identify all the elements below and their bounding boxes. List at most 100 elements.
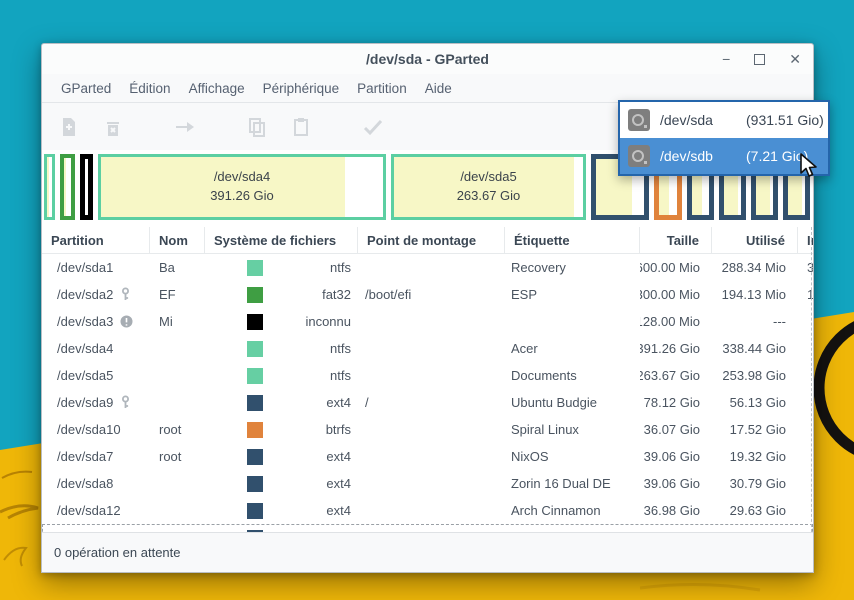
filesystem-color-swatch xyxy=(247,260,263,276)
device-option-dev-sda[interactable]: /dev/sda(931.51 Gio) xyxy=(620,102,828,138)
menu-aide[interactable]: Aide xyxy=(416,77,461,100)
filesystem-color-swatch xyxy=(247,287,263,303)
cell-size: 78.12 Gio xyxy=(640,389,712,416)
cell-size: 39.06 Gio xyxy=(640,443,712,470)
col-mountpoint[interactable]: Point de montage xyxy=(358,227,505,254)
cell-name xyxy=(150,470,205,497)
cell-name xyxy=(150,362,205,389)
partition-block[interactable] xyxy=(60,154,75,220)
table-row[interactable]: /dev/sda8ext4Zorin 16 Dual DE39.06 Gio30… xyxy=(42,470,813,497)
partition-block-label: /dev/sda4391.26 Gio xyxy=(101,157,383,217)
device-option-dev-sdb[interactable]: /dev/sdb(7.21 Gio) xyxy=(620,138,828,174)
col-nom[interactable]: Nom xyxy=(150,227,205,254)
col-unused[interactable]: Inutilisé xyxy=(798,227,813,254)
cell-name: root xyxy=(150,416,205,443)
filesystem-name: fat32 xyxy=(263,287,358,302)
cell-mountpoint xyxy=(358,362,505,389)
cell-unused xyxy=(798,524,813,532)
close-button[interactable]: ✕ xyxy=(789,52,801,66)
cell-partition: /dev/sda11 xyxy=(42,524,150,532)
filesystem-name: ext4 xyxy=(263,530,358,532)
apply-icon[interactable] xyxy=(358,112,388,142)
table-row[interactable]: /dev/sda10rootbtrfsSpiral Linux36.07 Gio… xyxy=(42,416,813,443)
filesystem-name: btrfs xyxy=(263,422,358,437)
col-used[interactable]: Utilisé xyxy=(712,227,798,254)
cell-name xyxy=(150,389,205,416)
table-row[interactable]: /dev/sda2EFfat32/boot/efiESP300.00 Mio19… xyxy=(42,281,813,308)
table-row[interactable]: /dev/sda3Miinconnu128.00 Mio--- xyxy=(42,308,813,335)
menu-edition[interactable]: Édition xyxy=(120,77,179,100)
menubar: GParted Édition Affichage Périphérique P… xyxy=(42,74,813,103)
col-label[interactable]: Étiquette xyxy=(505,227,640,254)
pending-operations-text: 0 opération en attente xyxy=(54,545,181,560)
cell-unused: 105.87 Mio xyxy=(798,281,813,308)
col-partition[interactable]: Partition xyxy=(42,227,150,254)
cell-size: 39.06 Gio xyxy=(640,524,712,532)
cell-size: 39.06 Gio xyxy=(640,470,712,497)
partition-block[interactable]: /dev/sda4391.26 Gio xyxy=(98,154,386,220)
partition-block[interactable] xyxy=(80,154,93,220)
table-row[interactable]: /dev/sda7rootext4NixOS39.06 Gio19.32 Gio xyxy=(42,443,813,470)
filesystem-color-swatch xyxy=(247,422,263,438)
new-partition-icon[interactable] xyxy=(54,112,84,142)
cell-label: Ubuntu Budgie xyxy=(505,389,640,416)
partition-path: /dev/sda5 xyxy=(57,368,113,383)
menu-gparted[interactable]: GParted xyxy=(52,77,120,100)
paste-icon[interactable] xyxy=(286,112,316,142)
partition-block[interactable] xyxy=(44,154,55,220)
cell-partition: /dev/sda12 xyxy=(42,497,150,524)
partition-path: /dev/sda10 xyxy=(57,422,121,437)
partition-block[interactable]: /dev/sda5263.67 Gio xyxy=(391,154,586,220)
cell-filesystem: ntfs xyxy=(205,254,358,281)
cell-name: Ba xyxy=(150,254,205,281)
cell-partition: /dev/sda10 xyxy=(42,416,150,443)
cell-mountpoint: /boot/efi xyxy=(358,281,505,308)
partition-block-label: /dev/sda5263.67 Gio xyxy=(394,157,583,217)
filesystem-name: ext4 xyxy=(263,395,358,410)
partition-path: /dev/sda7 xyxy=(57,449,113,464)
cell-filesystem: ext4 xyxy=(205,389,358,416)
maximize-button[interactable] xyxy=(754,54,765,65)
filesystem-color-swatch xyxy=(247,395,263,411)
titlebar[interactable]: /dev/sda - GParted − ✕ xyxy=(42,44,813,74)
filesystem-color-swatch xyxy=(247,449,263,465)
filesystem-color-swatch xyxy=(247,476,263,492)
filesystem-color-swatch xyxy=(247,530,263,533)
table-row[interactable]: /dev/sda4ntfsAcer391.26 Gio338.44 Gio xyxy=(42,335,813,362)
cell-name xyxy=(150,497,205,524)
cell-label: Solus xyxy=(505,524,640,532)
cell-filesystem: ext4 xyxy=(205,524,358,532)
partition-path: /dev/sda8 xyxy=(57,476,113,491)
cell-filesystem: ext4 xyxy=(205,443,358,470)
menu-partition[interactable]: Partition xyxy=(348,77,416,100)
table-row[interactable]: /dev/sda12ext4Arch Cinnamon36.98 Gio29.6… xyxy=(42,497,813,524)
statusbar: 0 opération en attente xyxy=(42,532,813,572)
table-row[interactable]: /dev/sda5ntfsDocuments263.67 Gio253.98 G… xyxy=(42,362,813,389)
minimize-button[interactable]: − xyxy=(722,52,730,66)
table-row[interactable]: /dev/sda1BantfsRecovery600.00 Mio288.34 … xyxy=(42,254,813,281)
cell-filesystem: inconnu xyxy=(205,308,358,335)
cell-unused xyxy=(798,470,813,497)
cell-partition: /dev/sda7 xyxy=(42,443,150,470)
col-filesystem[interactable]: Système de fichiers xyxy=(205,227,358,254)
filesystem-name: ext4 xyxy=(263,476,358,491)
table-row[interactable]: /dev/sda11ext4Solus39.06 Gio29.06 Gio xyxy=(42,524,813,532)
cell-used: 30.79 Gio xyxy=(712,470,798,497)
menu-peripherique[interactable]: Périphérique xyxy=(254,77,349,100)
col-size[interactable]: Taille xyxy=(640,227,712,254)
menu-affichage[interactable]: Affichage xyxy=(180,77,254,100)
used-space-fill xyxy=(64,158,66,216)
filesystem-name: ntfs xyxy=(263,368,358,383)
delete-partition-icon[interactable] xyxy=(98,112,128,142)
cell-unused xyxy=(798,497,813,524)
copy-icon[interactable] xyxy=(242,112,272,142)
cell-unused xyxy=(798,416,813,443)
mouse-cursor xyxy=(798,153,822,179)
cell-label xyxy=(505,308,640,335)
resize-move-icon[interactable] xyxy=(170,112,200,142)
warning-icon-holder xyxy=(120,315,133,328)
cell-mountpoint xyxy=(358,470,505,497)
table-row[interactable]: /dev/sda9ext4/Ubuntu Budgie78.12 Gio56.1… xyxy=(42,389,813,416)
cell-unused xyxy=(798,389,813,416)
key-icon xyxy=(120,287,131,302)
